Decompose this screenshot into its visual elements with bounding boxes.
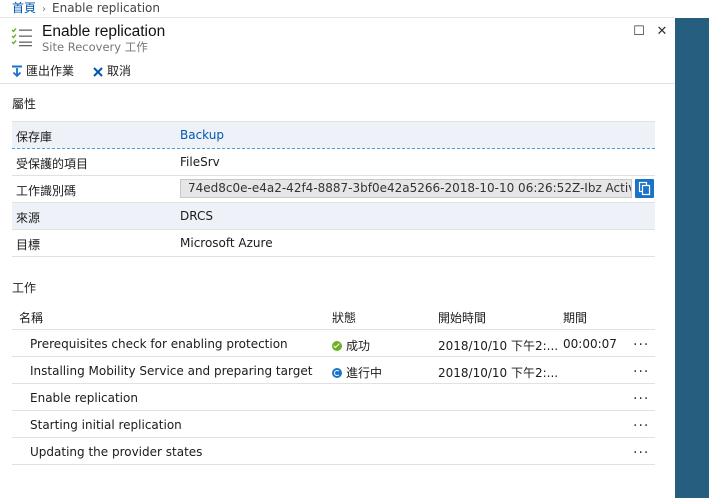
property-value: DRCS bbox=[180, 209, 213, 223]
job-id-field[interactable]: 74ed8c0e-e4a2-42f4-8887-3bf0e42a5266-201… bbox=[180, 179, 632, 198]
export-jobs-button[interactable]: 匯出作業 bbox=[11, 62, 74, 82]
export-jobs-label: 匯出作業 bbox=[26, 64, 75, 78]
property-row-target: 目標 Microsoft Azure bbox=[12, 230, 655, 257]
cancel-button[interactable]: 取消 bbox=[92, 62, 131, 82]
table-row[interactable]: Updating the provider states ... bbox=[12, 438, 655, 465]
breadcrumb: 首頁 › Enable replication bbox=[0, 0, 675, 18]
in-progress-icon bbox=[332, 368, 342, 378]
jobs-table: 名稱 狀態 開始時間 期間 Prerequisites check for en… bbox=[12, 303, 655, 465]
property-value: FileSrv bbox=[180, 155, 220, 169]
property-key: 保存庫 bbox=[16, 130, 53, 144]
background-panel bbox=[675, 18, 709, 498]
job-name: Enable replication bbox=[30, 391, 138, 405]
more-options-icon[interactable]: ... bbox=[633, 333, 649, 349]
task-list-icon bbox=[11, 28, 32, 47]
column-header-start-time[interactable]: 開始時間 bbox=[438, 309, 486, 326]
table-row[interactable]: Installing Mobility Service and preparin… bbox=[12, 357, 655, 384]
table-row[interactable]: Starting initial replication ... bbox=[12, 411, 655, 438]
properties-section-title: 屬性 bbox=[12, 97, 37, 111]
property-value: Microsoft Azure bbox=[180, 236, 273, 250]
job-name: Installing Mobility Service and preparin… bbox=[30, 364, 313, 378]
jobs-table-header: 名稱 狀態 開始時間 期間 bbox=[12, 303, 655, 330]
table-row[interactable]: Prerequisites check for enabling protect… bbox=[12, 330, 655, 357]
maximize-icon[interactable]: ☐ bbox=[632, 25, 646, 39]
more-options-icon[interactable]: ... bbox=[633, 360, 649, 376]
job-status-label: 進行中 bbox=[346, 366, 383, 380]
download-icon bbox=[12, 65, 22, 77]
jobs-section-title: 工作 bbox=[12, 281, 37, 295]
cancel-label: 取消 bbox=[107, 64, 132, 78]
job-details-blade: Enable replication Site Recovery 工作 ☐ ✕ … bbox=[0, 18, 675, 498]
property-row-source: 來源 DRCS bbox=[12, 203, 655, 230]
property-key: 工作識別碼 bbox=[16, 184, 77, 198]
property-key: 來源 bbox=[16, 211, 41, 225]
job-status: 進行中 bbox=[332, 364, 382, 381]
close-icon[interactable]: ✕ bbox=[655, 25, 669, 39]
breadcrumb-current: Enable replication bbox=[52, 1, 160, 15]
table-row[interactable]: Enable replication ... bbox=[12, 384, 655, 411]
property-row-protected-item: 受保護的項目 FileSrv bbox=[12, 149, 655, 176]
column-header-name[interactable]: 名稱 bbox=[19, 309, 43, 326]
copy-button[interactable] bbox=[635, 179, 654, 198]
job-duration: 00:00:07 bbox=[563, 337, 617, 351]
job-start-time: 2018/10/10 下午2:... bbox=[438, 339, 559, 353]
column-header-duration[interactable]: 期間 bbox=[563, 309, 587, 326]
more-options-icon[interactable]: ... bbox=[633, 414, 649, 430]
job-start-time: 2018/10/10 下午2:... bbox=[438, 366, 559, 380]
blade-subtitle: Site Recovery 工作 bbox=[42, 40, 148, 54]
property-key: 受保護的項目 bbox=[16, 157, 89, 171]
more-options-icon[interactable]: ... bbox=[633, 441, 649, 457]
job-name: Prerequisites check for enabling protect… bbox=[30, 337, 288, 351]
blade-title: Enable replication bbox=[42, 23, 166, 40]
properties-table: 保存庫 Backup 受保護的項目 FileSrv 工作識別碼 74ed8c0e… bbox=[12, 121, 655, 257]
property-key: 目標 bbox=[16, 238, 41, 252]
blade-header: Enable replication Site Recovery 工作 ☐ ✕ bbox=[0, 18, 675, 58]
column-header-status[interactable]: 狀態 bbox=[332, 309, 356, 326]
more-options-icon[interactable]: ... bbox=[633, 387, 649, 403]
breadcrumb-home-link[interactable]: 首頁 bbox=[12, 1, 36, 15]
job-name: Starting initial replication bbox=[30, 418, 182, 432]
job-status-label: 成功 bbox=[346, 339, 371, 353]
job-name: Updating the provider states bbox=[30, 445, 203, 459]
vault-link[interactable]: Backup bbox=[180, 128, 224, 142]
property-row-job-id: 工作識別碼 74ed8c0e-e4a2-42f4-8887-3bf0e42a52… bbox=[12, 176, 655, 203]
command-bar: 匯出作業 取消 bbox=[0, 60, 675, 84]
success-icon bbox=[332, 341, 342, 351]
copy-icon bbox=[638, 181, 651, 196]
property-row-vault: 保存庫 Backup bbox=[12, 122, 655, 149]
breadcrumb-separator: › bbox=[42, 4, 47, 15]
job-status: 成功 bbox=[332, 337, 370, 354]
cancel-icon bbox=[93, 66, 103, 77]
